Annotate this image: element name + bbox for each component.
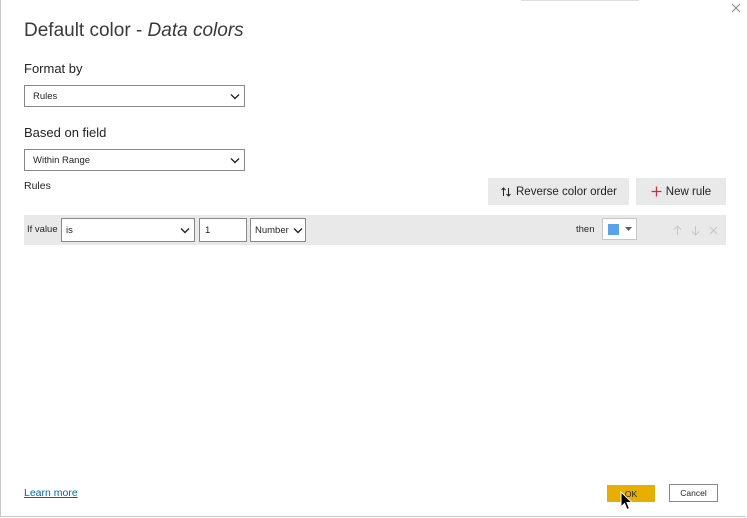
- cancel-button[interactable]: Cancel: [669, 484, 718, 502]
- sort-arrows-icon: [501, 186, 511, 197]
- delete-rule-button[interactable]: [707, 224, 719, 236]
- based-on-field-label: Based on field: [24, 125, 107, 140]
- close-icon: [709, 226, 717, 234]
- value-type-value: Number: [255, 224, 289, 236]
- chevron-down-icon: [291, 223, 305, 237]
- rule-value-input[interactable]: 1: [199, 218, 247, 242]
- close-button[interactable]: [728, 0, 744, 16]
- chevron-down-icon: [228, 153, 242, 167]
- cancel-label: Cancel: [680, 488, 707, 498]
- format-by-value: Rules: [33, 90, 58, 102]
- value-type-select[interactable]: Number: [250, 218, 306, 242]
- arrow-up-icon: [673, 224, 681, 235]
- new-rule-button[interactable]: New rule: [636, 178, 726, 205]
- new-rule-label: New rule: [665, 185, 712, 198]
- rule-value-text: 1: [205, 224, 211, 236]
- caret-down-icon: [625, 227, 632, 231]
- data-colors-dialog: Default color - Data colors Format by Ru…: [0, 0, 746, 517]
- close-icon: [731, 3, 741, 13]
- color-picker-button[interactable]: [602, 218, 637, 240]
- if-value-label: If value: [27, 224, 58, 235]
- operator-value: is: [66, 224, 73, 236]
- move-up-button[interactable]: [671, 224, 683, 236]
- plus-icon: [651, 186, 662, 197]
- chevron-down-icon: [228, 89, 242, 103]
- format-by-label: Format by: [24, 61, 83, 76]
- mouse-pointer-icon: [620, 491, 634, 511]
- dialog-title: Default color - Data colors: [24, 20, 244, 42]
- format-by-select[interactable]: Rules: [24, 85, 245, 107]
- arrow-down-icon: [691, 225, 699, 236]
- based-on-field-value: Within Range: [33, 154, 91, 166]
- then-label: then: [576, 224, 595, 235]
- move-down-button[interactable]: [689, 224, 701, 236]
- color-swatch: [608, 223, 619, 235]
- based-on-field-select[interactable]: Within Range: [24, 149, 245, 171]
- operator-select[interactable]: is: [61, 218, 195, 242]
- top-divider: [521, 0, 639, 1]
- title-italic: Data colors: [147, 20, 244, 41]
- learn-more-link[interactable]: Learn more: [24, 487, 78, 499]
- title-main: Default color -: [24, 20, 148, 41]
- reverse-color-order-label: Reverse color order: [516, 185, 617, 198]
- reverse-color-order-button[interactable]: Reverse color order: [488, 178, 629, 205]
- rules-label: Rules: [24, 180, 51, 192]
- chevron-down-icon: [178, 223, 192, 237]
